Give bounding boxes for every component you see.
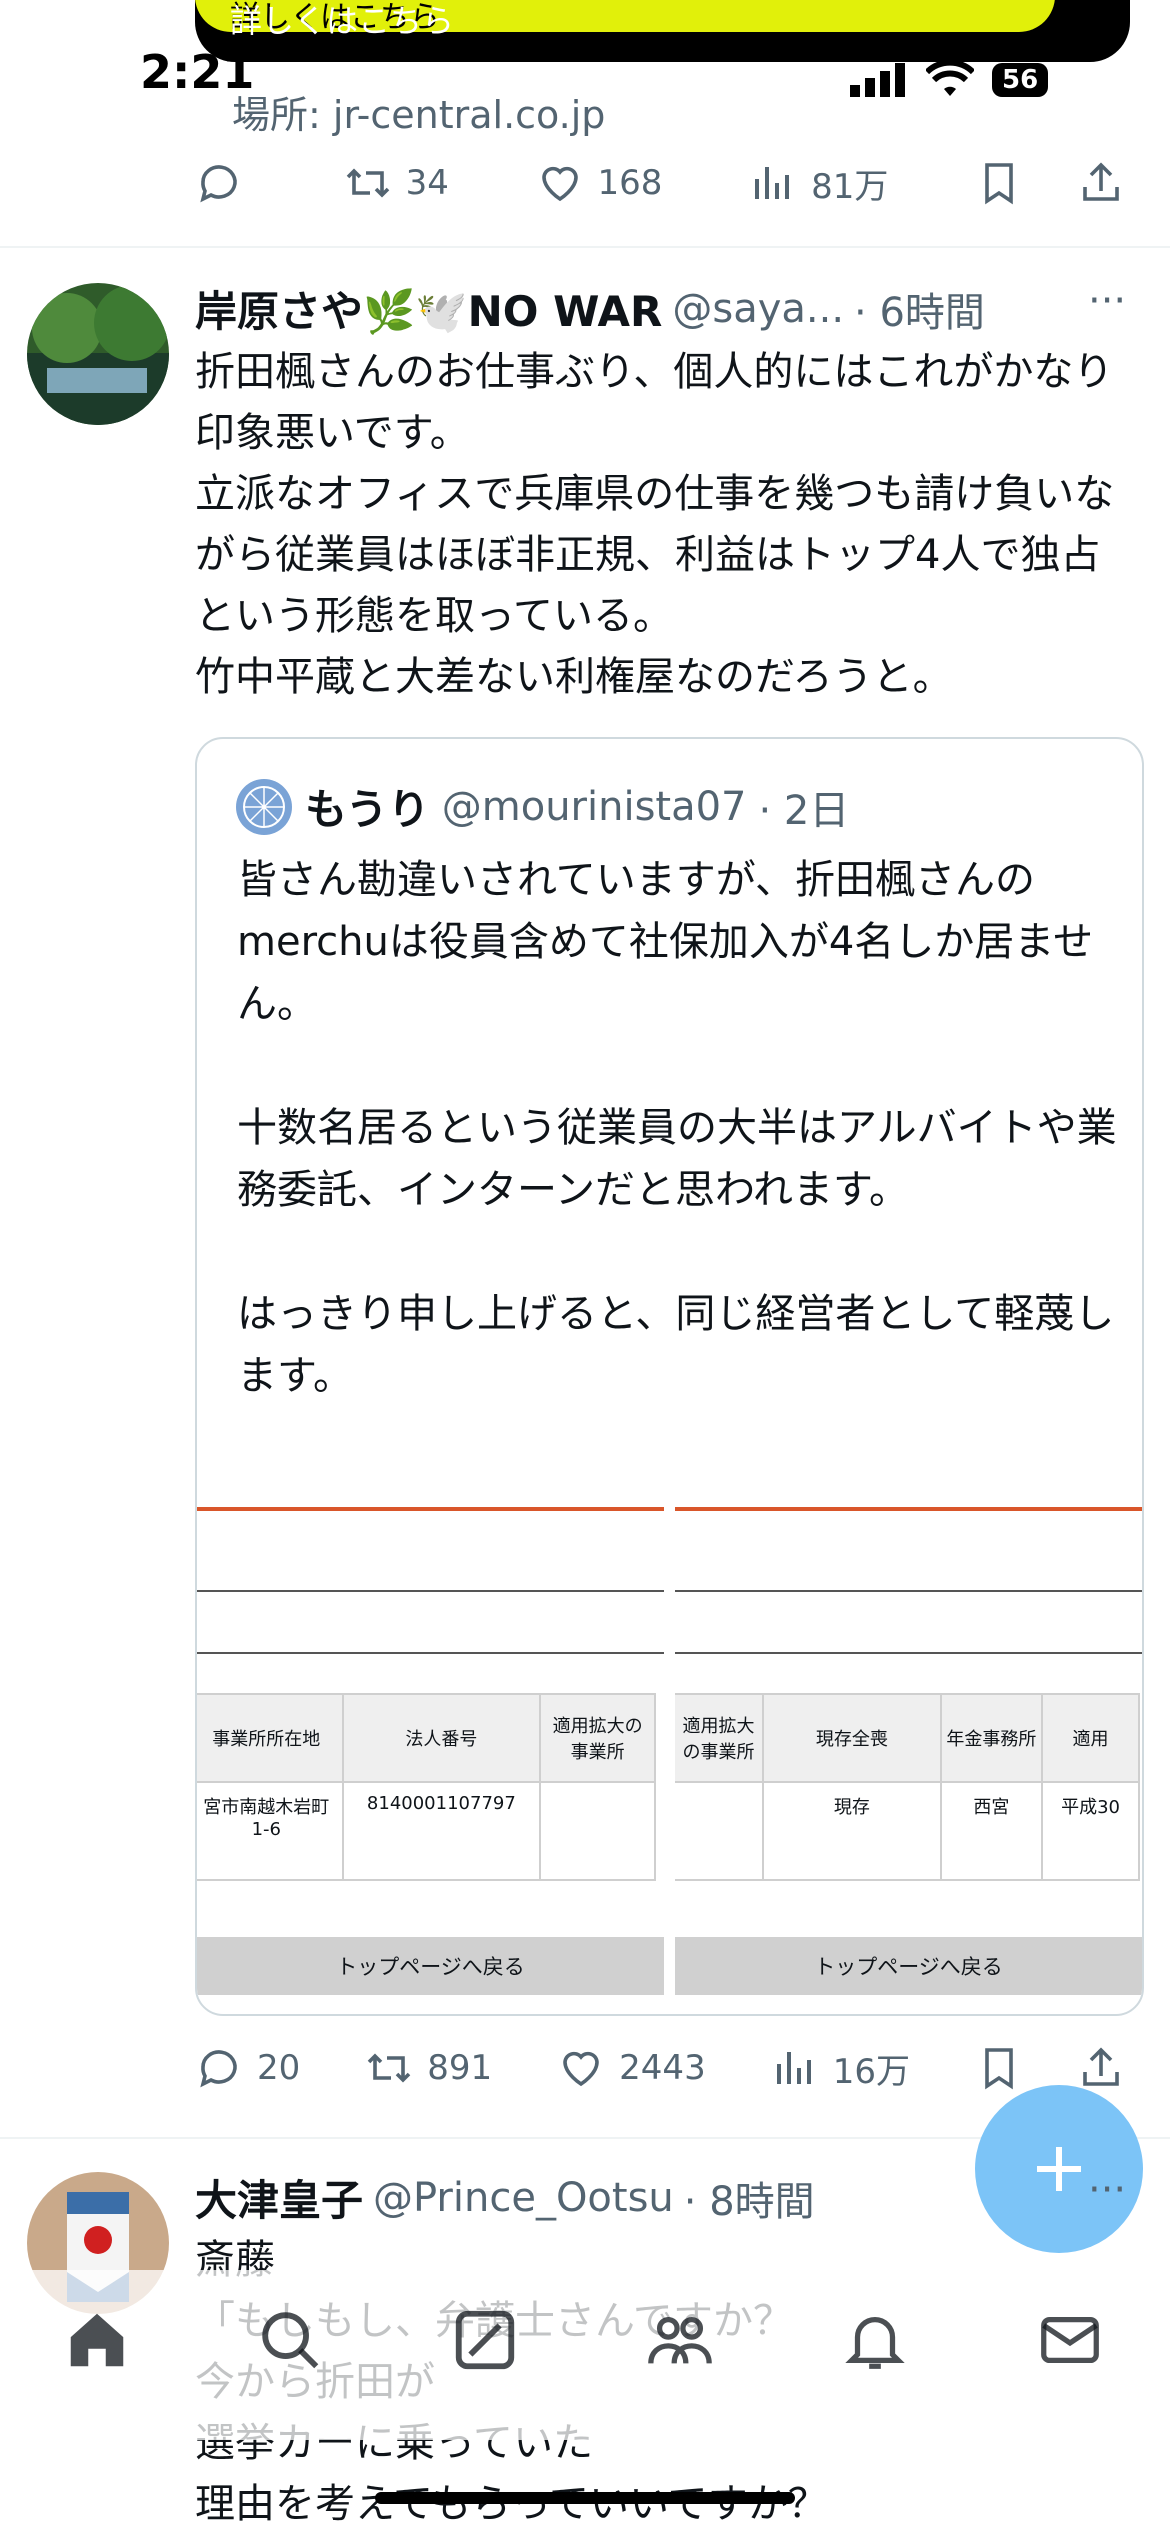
like-icon bbox=[541, 166, 578, 202]
doc-cell: 宮市南越木岩町1-6 bbox=[197, 1781, 344, 1881]
communities-icon[interactable] bbox=[645, 2305, 715, 2375]
views-icon bbox=[776, 2052, 811, 2084]
doc-header-cell: 事業所所在地 bbox=[197, 1693, 344, 1783]
doc-cell: 8140001107797 bbox=[341, 1781, 542, 1881]
bookmark-icon[interactable] bbox=[975, 159, 1023, 207]
quote-image-right[interactable]: 適用拡大の事業所 現存全喪 年金事務所 適用 現存 西宮 平成30 トップページ… bbox=[675, 1495, 1142, 1995]
reply-button[interactable]: 20 bbox=[195, 2044, 300, 2092]
quote-time: · 2日 bbox=[758, 787, 850, 834]
bookmark-icon[interactable] bbox=[975, 2044, 1023, 2092]
doc-accent-line bbox=[675, 1507, 1142, 1511]
like-button[interactable]: 2443 bbox=[557, 2044, 706, 2092]
author-name[interactable]: 大津皇子 bbox=[195, 2167, 363, 2228]
doc-cell: 平成30 bbox=[1041, 1781, 1140, 1881]
doc-cell bbox=[675, 1781, 765, 1881]
grok-icon[interactable] bbox=[450, 2305, 520, 2375]
retweet-icon bbox=[367, 2053, 411, 2083]
quote-image-left[interactable]: 事業所所在地 法人番号 適用拡大の事業所 宮市南越木岩町1-6 81400011… bbox=[197, 1495, 664, 1995]
home-icon[interactable] bbox=[62, 2305, 132, 2375]
views-icon bbox=[755, 167, 790, 199]
author-handle[interactable]: @Prince_Ootsu bbox=[373, 2175, 674, 2221]
doc-header-cell: 適用拡大の事業所 bbox=[675, 1693, 765, 1783]
tweet-header: 大津皇子 @Prince_Ootsu · 8時間 bbox=[195, 2167, 815, 2228]
ad-location[interactable]: 場所: jr-central.co.jp bbox=[232, 84, 605, 139]
more-icon[interactable]: ··· bbox=[1088, 2167, 1126, 2213]
ad-cta-overlay: 詳しくはこちら bbox=[230, 2, 455, 40]
like-button[interactable]: 168 bbox=[536, 159, 662, 207]
quote-author-name: もうり bbox=[305, 785, 430, 834]
doc-header-cell: 年金事務所 bbox=[939, 1693, 1044, 1783]
quote-text: 皆さん勘違いされていますが、折田楓さんのmerchuは役員含めて社保加入が4名し… bbox=[237, 857, 1117, 1399]
reply-icon bbox=[200, 2050, 237, 2088]
doc-cell bbox=[539, 1781, 656, 1881]
share-icon[interactable] bbox=[1077, 2044, 1125, 2092]
doc-header-cell: 現存全喪 bbox=[762, 1693, 942, 1783]
doc-header-cell: 適用拡大の事業所 bbox=[539, 1693, 656, 1783]
messages-icon[interactable] bbox=[1035, 2305, 1105, 2375]
doc-rule bbox=[675, 1590, 1142, 1592]
doc-header-cell: 法人番号 bbox=[341, 1693, 542, 1783]
like-icon bbox=[563, 2051, 599, 2087]
search-icon[interactable] bbox=[255, 2305, 325, 2375]
more-icon[interactable]: ··· bbox=[1088, 278, 1126, 324]
retweet-icon bbox=[346, 168, 389, 198]
doc-back-button: トップページへ戻る bbox=[197, 1937, 664, 1995]
avatar-image bbox=[27, 283, 169, 425]
signal-icon bbox=[850, 63, 905, 97]
author-handle[interactable]: @saya... bbox=[672, 286, 844, 332]
quote-author-handle: @mourinista07 bbox=[441, 783, 747, 830]
quote-avatar[interactable] bbox=[235, 778, 293, 836]
tweet-actions: 20 891 2443 16万 bbox=[195, 2038, 1125, 2098]
author-name[interactable]: 岸原さや🌿🕊️NO WAR bbox=[195, 278, 662, 339]
tweet-text: 折田楓さんのお仕事ぶり、個人的にはこれがかなり印象悪いです。 立派なオフィスで兵… bbox=[195, 349, 1115, 700]
wifi-icon bbox=[926, 62, 974, 96]
home-indicator bbox=[375, 2492, 795, 2504]
doc-back-button: トップページへ戻る bbox=[675, 1937, 1142, 1995]
compose-icon bbox=[1037, 2147, 1081, 2191]
doc-table: 適用拡大の事業所 現存全喪 年金事務所 適用 現存 西宮 平成30 bbox=[675, 1693, 1140, 1881]
views-button[interactable]: 81万 bbox=[749, 159, 888, 208]
retweet-button[interactable]: 34 bbox=[344, 159, 449, 207]
doc-cell: 西宮 bbox=[939, 1781, 1044, 1881]
quoted-tweet[interactable]: もうり @mourinista07 · 2日 皆さん勘違いされていますが、折田楓… bbox=[195, 737, 1144, 2016]
doc-rule bbox=[197, 1652, 664, 1654]
share-icon[interactable] bbox=[1077, 159, 1125, 207]
views-button[interactable]: 16万 bbox=[771, 2044, 910, 2093]
prev-tweet-actions: 34 168 81万 bbox=[195, 153, 1125, 213]
reply-icon bbox=[200, 165, 237, 203]
tweet-time[interactable]: · 6時間 bbox=[854, 280, 985, 338]
status-icons: 56 bbox=[850, 60, 1049, 100]
tweet-time[interactable]: · 8時間 bbox=[684, 2169, 815, 2227]
bottom-nav bbox=[0, 2270, 1170, 2440]
doc-header-cell: 適用 bbox=[1041, 1693, 1140, 1783]
bookmark-share bbox=[975, 159, 1125, 207]
doc-cell: 現存 bbox=[762, 1781, 942, 1881]
tweet-header: 岸原さや🌿🕊️NO WAR @saya... · 6時間 bbox=[195, 278, 985, 339]
divider bbox=[0, 246, 1170, 248]
retweet-button[interactable]: 891 bbox=[365, 2044, 492, 2092]
notifications-icon[interactable] bbox=[840, 2305, 910, 2375]
reply-button[interactable] bbox=[195, 159, 257, 207]
quote-header: もうり @mourinista07 · 2日 bbox=[235, 776, 849, 837]
doc-rule bbox=[675, 1652, 1142, 1654]
doc-accent-line bbox=[197, 1507, 664, 1511]
avatar[interactable] bbox=[27, 283, 169, 425]
doc-table: 事業所所在地 法人番号 適用拡大の事業所 宮市南越木岩町1-6 81400011… bbox=[197, 1693, 656, 1881]
battery-indicator: 56 bbox=[992, 63, 1049, 97]
doc-rule bbox=[197, 1590, 664, 1592]
